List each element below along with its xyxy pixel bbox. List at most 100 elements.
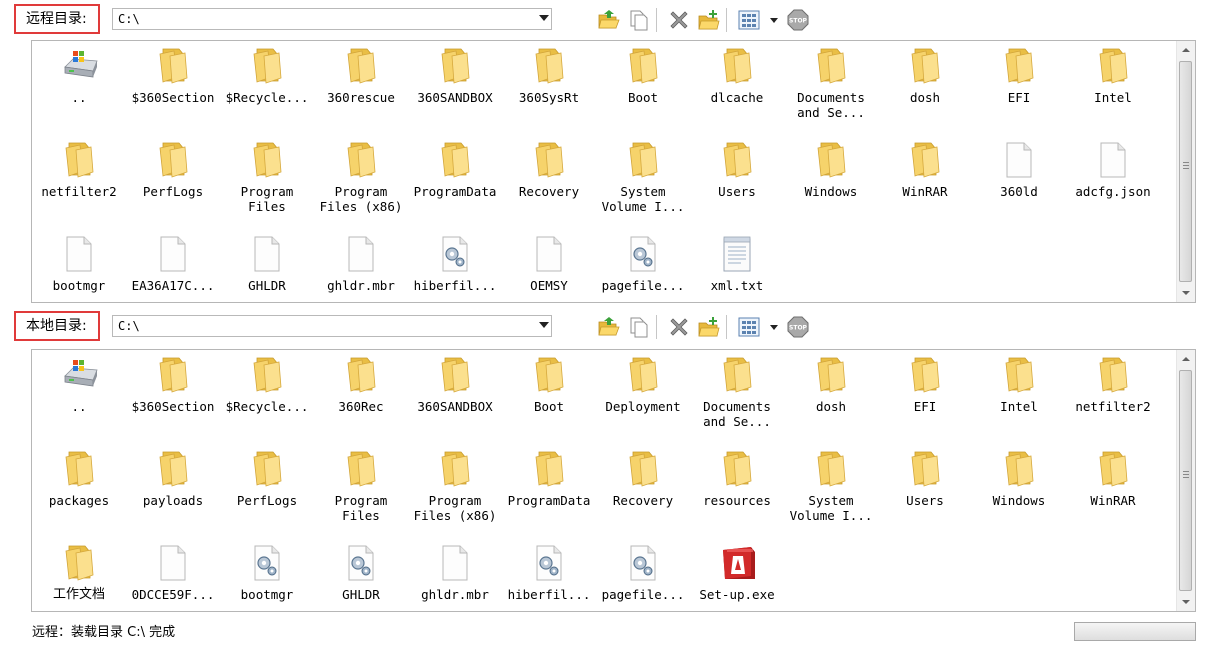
chevron-down-icon[interactable] [539,322,549,328]
svg-text:STOP: STOP [789,18,808,25]
stop-icon[interactable]: STOP [787,9,809,31]
file-name-label: EFI [1007,90,1031,105]
local-file-item[interactable]: Documents and Se... [690,350,784,440]
file-name-label: $Recycle... [225,399,309,414]
open-folder-icon[interactable] [598,316,620,338]
remote-file-item[interactable]: pagefile... [596,229,690,302]
new-folder-icon[interactable] [698,9,720,31]
local-file-item[interactable]: Deployment [596,350,690,440]
local-file-item[interactable]: packages [32,444,126,534]
local-file-item[interactable]: ghldr.mbr [408,538,502,611]
remote-file-item[interactable]: System Volume I... [596,135,690,225]
local-file-item[interactable]: 0DCCE59F... [126,538,220,611]
remote-file-item[interactable]: dlcache [690,41,784,131]
local-file-item[interactable]: resources [690,444,784,534]
remote-file-item[interactable]: ProgramData [408,135,502,225]
local-file-item[interactable]: bootmgr [220,538,314,611]
delete-icon[interactable] [668,316,690,338]
scroll-down-arrow-icon[interactable] [1177,284,1194,302]
remote-file-item[interactable]: .. [32,41,126,131]
remote-file-item[interactable]: Documents and Se... [784,41,878,131]
folder-icon [533,141,565,179]
local-file-item[interactable]: .. [32,350,126,440]
local-file-item[interactable]: 360SANDBOX [408,350,502,440]
local-file-item[interactable]: Users [878,444,972,534]
remote-file-item[interactable]: WinRAR [878,135,972,225]
remote-file-item[interactable]: $Recycle... [220,41,314,131]
remote-file-item[interactable]: Windows [784,135,878,225]
local-file-item[interactable]: WinRAR [1066,444,1160,534]
copy-icon[interactable] [628,316,650,338]
local-file-item[interactable]: Recovery [596,444,690,534]
local-path-combo[interactable]: C:\ [112,315,552,337]
remote-file-item[interactable]: dosh [878,41,972,131]
remote-file-item[interactable]: Users [690,135,784,225]
view-mode-icon[interactable] [738,316,760,338]
local-file-item[interactable]: 工作文档 [32,538,126,611]
remote-file-item[interactable]: EFI [972,41,1066,131]
remote-path-combo[interactable]: C:\ [112,8,552,30]
remote-file-item[interactable]: 360SANDBOX [408,41,502,131]
local-file-item[interactable]: dosh [784,350,878,440]
view-dropdown-arrow-icon[interactable] [770,18,778,23]
scroll-down-arrow-icon[interactable] [1177,593,1194,611]
local-file-item[interactable]: ProgramData [502,444,596,534]
local-file-item[interactable]: pagefile... [596,538,690,611]
local-file-item[interactable]: hiberfil... [502,538,596,611]
local-file-pane[interactable]: .. $360Section $Recycle... 360Rec 360SANDBOX… [31,349,1196,612]
local-file-item[interactable]: EFI [878,350,972,440]
view-dropdown-arrow-icon[interactable] [770,325,778,330]
remote-file-item[interactable]: 360rescue [314,41,408,131]
local-file-item[interactable]: Windows [972,444,1066,534]
remote-file-item[interactable]: adcfg.json [1066,135,1160,225]
folder-icon [345,450,377,488]
local-file-item[interactable]: Set-up.exe [690,538,784,611]
remote-file-item[interactable]: Program Files [220,135,314,225]
local-file-item[interactable]: payloads [126,444,220,534]
remote-file-item[interactable]: Intel [1066,41,1160,131]
remote-file-item[interactable]: 360SysRt [502,41,596,131]
view-mode-icon[interactable] [738,9,760,31]
folder-icon [157,141,189,179]
local-file-item[interactable]: 360Rec [314,350,408,440]
delete-icon[interactable] [668,9,690,31]
remote-file-item[interactable]: GHLDR [220,229,314,302]
folder-icon [815,450,847,488]
local-file-item[interactable]: Program Files [314,444,408,534]
copy-icon[interactable] [628,9,650,31]
local-file-item[interactable]: $360Section [126,350,220,440]
remote-file-item[interactable]: Program Files (x86) [314,135,408,225]
remote-file-pane[interactable]: .. $360Section $Recycle... 360rescue 360SAND… [31,40,1196,303]
new-folder-icon[interactable] [698,316,720,338]
local-file-item[interactable]: $Recycle... [220,350,314,440]
remote-file-item[interactable]: hiberfil... [408,229,502,302]
local-file-item[interactable]: PerfLogs [220,444,314,534]
scroll-thumb[interactable] [1179,370,1192,591]
remote-file-item[interactable]: ghldr.mbr [314,229,408,302]
remote-file-item[interactable]: netfilter2 [32,135,126,225]
folder-icon [63,141,95,179]
remote-file-item[interactable]: $360Section [126,41,220,131]
remote-file-item[interactable]: Boot [596,41,690,131]
local-file-item[interactable]: System Volume I... [784,444,878,534]
remote-file-item[interactable]: EA36A17C... [126,229,220,302]
scroll-up-arrow-icon[interactable] [1177,41,1194,59]
stop-icon[interactable]: STOP [787,316,809,338]
local-scrollbar[interactable] [1176,350,1195,611]
remote-file-item[interactable]: OEMSY [502,229,596,302]
remote-file-item[interactable]: Recovery [502,135,596,225]
local-file-item[interactable]: Intel [972,350,1066,440]
scroll-thumb[interactable] [1179,61,1192,282]
remote-file-item[interactable]: PerfLogs [126,135,220,225]
open-folder-icon[interactable] [598,9,620,31]
local-file-item[interactable]: GHLDR [314,538,408,611]
remote-file-item[interactable]: 360ld [972,135,1066,225]
chevron-down-icon[interactable] [539,15,549,21]
local-file-item[interactable]: Program Files (x86) [408,444,502,534]
scroll-up-arrow-icon[interactable] [1177,350,1194,368]
remote-file-item[interactable]: bootmgr [32,229,126,302]
local-file-item[interactable]: Boot [502,350,596,440]
remote-file-item[interactable]: xml.txt [690,229,784,302]
remote-scrollbar[interactable] [1176,41,1195,302]
local-file-item[interactable]: netfilter2 [1066,350,1160,440]
